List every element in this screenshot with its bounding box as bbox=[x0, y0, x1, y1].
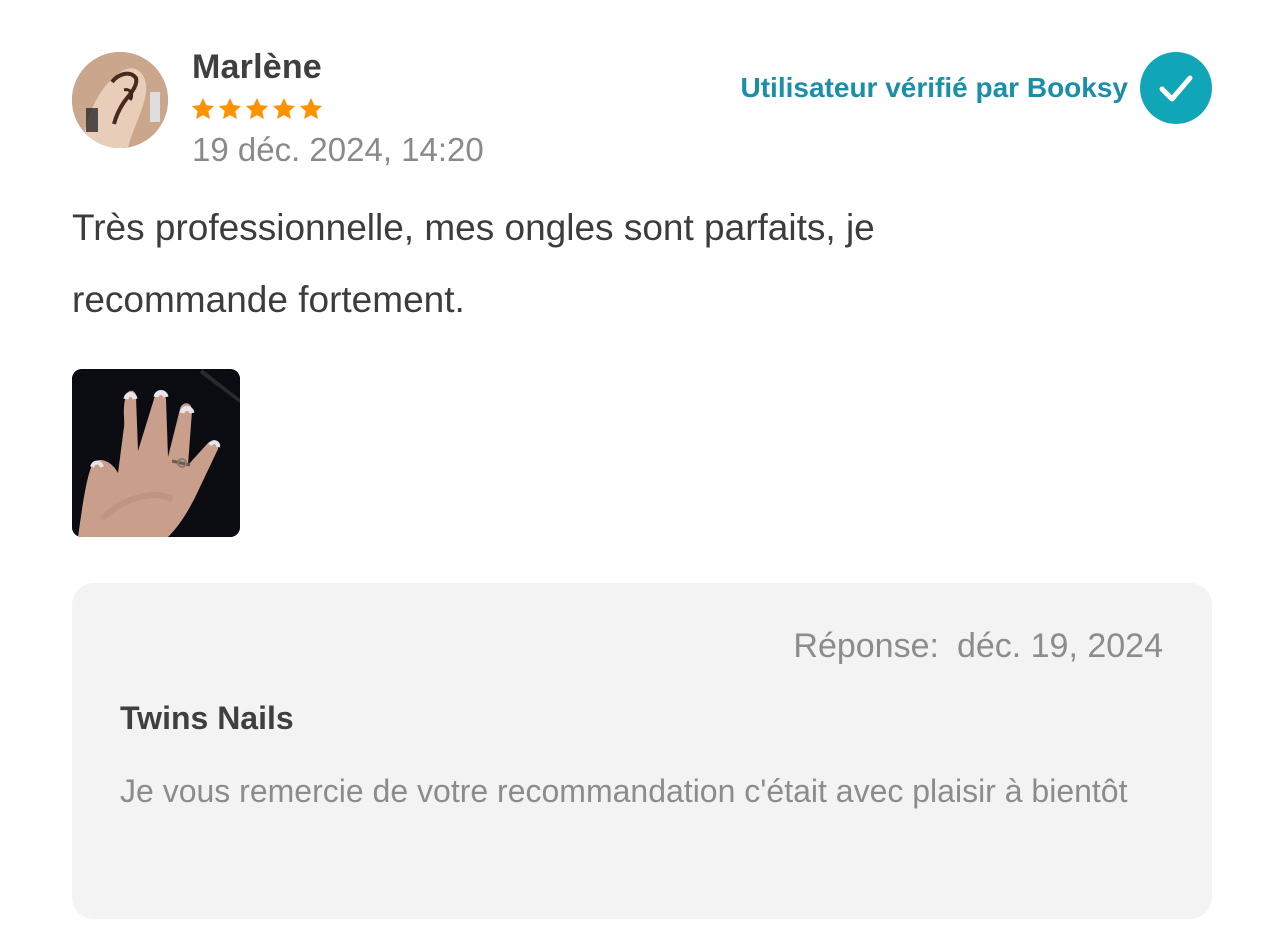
review-photo-image bbox=[72, 369, 240, 537]
reply-label: Réponse: bbox=[793, 627, 939, 665]
star-icon bbox=[191, 97, 215, 119]
star-icon bbox=[299, 97, 323, 119]
check-icon bbox=[1159, 75, 1193, 102]
review-date: 19 déc. 2024, 14:20 bbox=[192, 131, 484, 168]
star-icon bbox=[218, 97, 242, 119]
review-card: Marlène 19 déc. 2024, 14:20 Utilisateur … bbox=[0, 0, 1284, 932]
review-photo[interactable] bbox=[72, 369, 240, 537]
star-icon bbox=[272, 97, 296, 119]
avatar[interactable] bbox=[72, 52, 168, 148]
rating-stars bbox=[190, 96, 324, 122]
avatar-image bbox=[72, 52, 168, 148]
review-text: Très professionnelle, mes ongles sont pa… bbox=[72, 207, 875, 320]
reply-date-value: déc. 19, 2024 bbox=[956, 627, 1163, 665]
verified-badge bbox=[1140, 52, 1212, 124]
reply-author: Twins Nails bbox=[120, 700, 294, 736]
reviewer-name: Marlène bbox=[192, 48, 322, 86]
reply-date: Réponse: déc. 19, 2024 bbox=[793, 627, 1163, 666]
owner-reply: Réponse: déc. 19, 2024 Twins Nails Je vou… bbox=[72, 583, 1212, 919]
reply-text: Je vous remercie de votre recommandation… bbox=[120, 773, 1128, 809]
verified-label: Utilisateur vérifié par Booksy bbox=[740, 72, 1128, 103]
star-icon bbox=[245, 97, 269, 119]
verified-user: Utilisateur vérifié par Booksy bbox=[741, 52, 1212, 124]
